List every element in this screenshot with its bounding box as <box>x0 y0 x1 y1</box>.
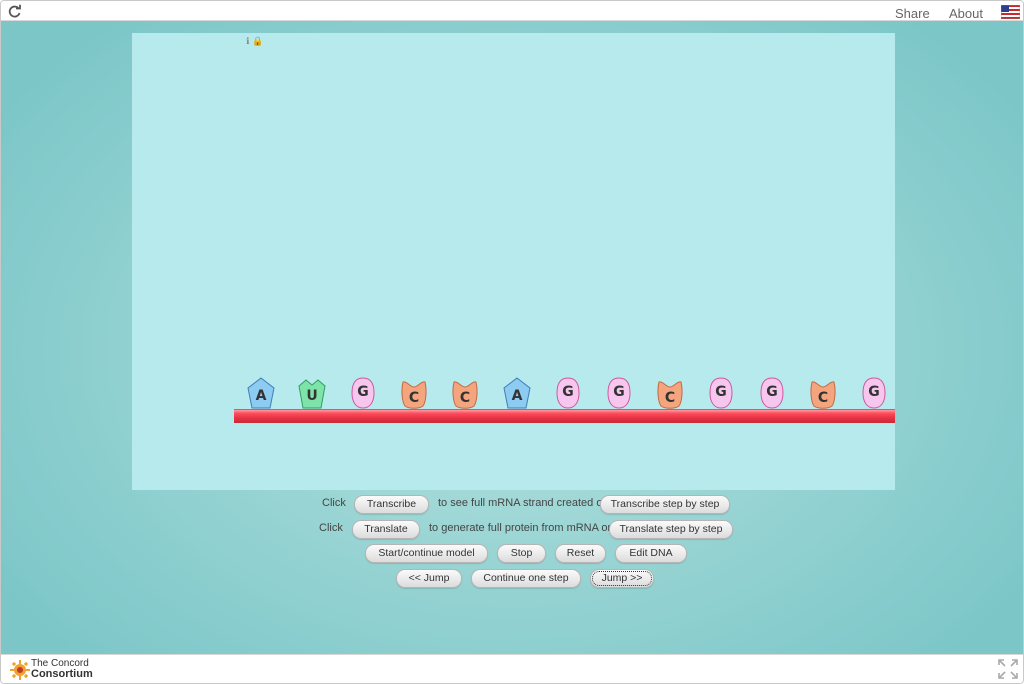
edit-dna-button[interactable]: Edit DNA <box>615 544 687 563</box>
share-link[interactable]: Share <box>895 6 930 21</box>
translate-step-button[interactable]: Translate step by step <box>609 520 733 539</box>
start-continue-button[interactable]: Start/continue model <box>365 544 488 563</box>
us-flag-icon[interactable] <box>1001 5 1020 19</box>
stop-button[interactable]: Stop <box>497 544 546 563</box>
top-bar: Share About <box>1 1 1023 21</box>
row1-description: to see full mRNA strand created or <box>438 497 607 509</box>
logo-line-2: Consortium <box>31 668 93 680</box>
transcribe-step-button[interactable]: Transcribe step by step <box>600 495 730 514</box>
translate-button[interactable]: Translate <box>352 520 420 539</box>
row1-click-text: Click <box>322 497 346 509</box>
continue-one-step-button[interactable]: Continue one step <box>471 569 581 588</box>
jump-forward-button[interactable]: Jump >> <box>590 569 654 588</box>
row2-click-text: Click <box>319 522 343 534</box>
model-stage: ℹ 🔒 AUGCCAGGCGGCG Click Transcribe to se… <box>1 21 1023 654</box>
bottom-bar: The Concord Consortium <box>1 654 1023 683</box>
jump-back-button[interactable]: << Jump <box>396 569 462 588</box>
row2-description: to generate full protein from mRNA or <box>429 522 612 534</box>
reset-button[interactable]: Reset <box>555 544 606 563</box>
controls-panel: Click Transcribe to see full mRNA strand… <box>1 21 1023 654</box>
concord-consortium-logo-text[interactable]: The Concord Consortium <box>31 659 93 680</box>
about-link[interactable]: About <box>949 6 983 21</box>
concord-consortium-logo-icon[interactable] <box>9 659 31 681</box>
reload-icon[interactable] <box>8 4 22 18</box>
app-frame: Share About ℹ 🔒 AUGCCAGGCGGCG Click Tran… <box>0 0 1024 684</box>
fullscreen-icon[interactable] <box>997 658 1019 680</box>
transcribe-button[interactable]: Transcribe <box>354 495 429 514</box>
